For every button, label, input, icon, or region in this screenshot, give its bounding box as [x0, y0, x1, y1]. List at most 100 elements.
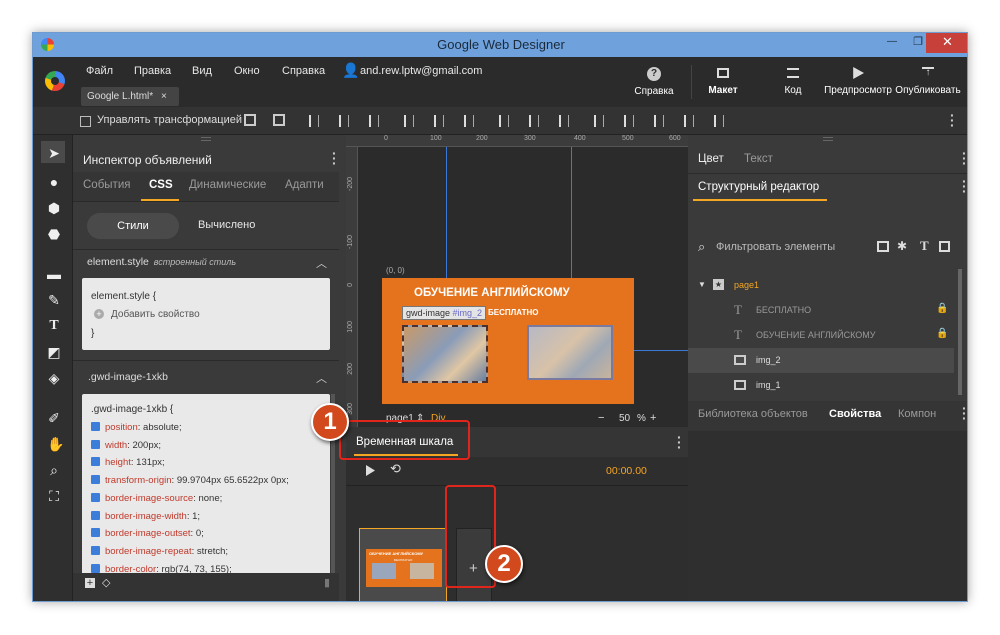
add-property-link[interactable]: Добавить свойство [111, 309, 200, 320]
user-email[interactable]: and.rew.lptw@gmail.com [360, 65, 482, 77]
property-checkbox[interactable] [91, 563, 100, 573]
transform-checkbox[interactable] [80, 116, 91, 127]
structure-more-icon[interactable]: · · · [962, 174, 967, 198]
text-tool-icon[interactable]: T [47, 319, 61, 333]
property-name[interactable]: border-image-width [105, 511, 187, 522]
3d-translate-icon[interactable]: ⬣ [47, 227, 61, 241]
panel-grip[interactable] [201, 137, 211, 141]
file-tab[interactable]: Google L.html* × [81, 87, 179, 106]
loop-icon[interactable]: ⟲ [390, 461, 401, 477]
zoom-tool-icon[interactable]: ⌕ [47, 463, 61, 477]
panel-grip[interactable] [823, 137, 833, 141]
lock-icon[interactable]: 🔒 [936, 328, 948, 339]
add-property-icon[interactable]: + [94, 309, 104, 319]
css-property-row[interactable]: border-image-width: 1; [91, 510, 200, 522]
property-value[interactable]: 0; [196, 528, 204, 539]
close-button[interactable]: ✕ [926, 33, 967, 53]
tab-components[interactable]: Компон [898, 408, 936, 420]
property-name[interactable]: border-image-outset [105, 528, 191, 539]
css-property-row[interactable]: border-image-repeat: stretch; [91, 545, 228, 557]
shape-filter-icon[interactable] [939, 241, 950, 252]
color-panel-more-icon[interactable]: · · · [962, 146, 967, 170]
eyedropper-icon[interactable]: ✐ [47, 411, 61, 425]
distribute-middle-icon[interactable] [529, 115, 539, 127]
css-property-row[interactable]: position: absolute; [91, 422, 182, 433]
toolbar-more-icon[interactable]: · · · [950, 108, 955, 132]
menu-file[interactable]: Файл [86, 65, 113, 77]
shape-tool-icon[interactable]: ◩ [47, 345, 61, 359]
banner-subtitle[interactable]: БЕСПЛАТНО [488, 308, 539, 317]
css-property-row[interactable]: height: 131px; [91, 457, 165, 468]
collapse-icon[interactable]: ︿ [316, 255, 327, 271]
file-tab-close-icon[interactable]: × [161, 87, 167, 106]
css-property-row[interactable]: transform-origin: 99.9704px 65.6522px 0p… [91, 475, 289, 486]
zoom-out-button[interactable]: − [598, 412, 604, 424]
property-value[interactable]: absolute; [143, 422, 182, 433]
image-thumbnail-2[interactable] [527, 325, 613, 380]
fullscreen-icon[interactable]: ⛶ [47, 489, 61, 503]
align-top-icon[interactable] [309, 115, 319, 127]
stage[interactable]: 0 100 200 300 400 500 600 -200 -100 0 10… [346, 135, 688, 444]
tab-events[interactable]: События [83, 179, 130, 191]
3d-rotate-icon[interactable]: ⬢ [47, 201, 61, 215]
property-name[interactable]: position [105, 422, 138, 433]
preview-tool[interactable]: Предпросмотр [823, 67, 893, 96]
property-name[interactable]: transform-origin [105, 475, 172, 486]
scale-icon[interactable] [273, 114, 285, 126]
property-checkbox[interactable] [91, 545, 100, 555]
property-checkbox[interactable] [91, 422, 100, 431]
distribute-left-icon[interactable] [594, 115, 604, 127]
property-checkbox[interactable] [91, 492, 100, 502]
align-center-icon[interactable] [434, 115, 444, 127]
help-tool[interactable]: ? Справка [629, 67, 679, 97]
property-value[interactable]: stretch; [197, 546, 228, 557]
transform-icon[interactable] [244, 114, 256, 126]
banner-title[interactable]: ОБУЧЕНИЕ АНГЛИЙСКОМУ [414, 287, 570, 299]
tree-scrollbar[interactable] [958, 269, 962, 395]
collapse-icon[interactable]: ︿ [316, 370, 327, 386]
minimize-button[interactable]: — [879, 33, 905, 53]
align-bottom-icon[interactable] [369, 115, 379, 127]
property-value[interactable]: 1; [192, 511, 200, 522]
tab-color[interactable]: Цвет [698, 153, 724, 165]
publish-tool[interactable]: ↑ Опубликовать [895, 67, 961, 96]
tab-css[interactable]: CSS [149, 179, 173, 191]
distribute-top-icon[interactable] [499, 115, 509, 127]
image-filter-icon[interactable] [877, 241, 889, 252]
property-name[interactable]: border-image-source [105, 493, 193, 504]
rectangle-tool-icon[interactable]: ▬ [47, 267, 61, 281]
diamond-icon[interactable]: ◇ [102, 576, 110, 589]
align-middle-icon[interactable] [339, 115, 349, 127]
expand-arrow-icon[interactable]: ▼ [698, 280, 706, 289]
zoom-value[interactable]: 50 [619, 413, 630, 424]
computed-toggle[interactable]: Вычислено [198, 219, 255, 231]
property-checkbox[interactable] [91, 528, 100, 538]
zoom-in-button[interactable]: + [650, 412, 656, 424]
tab-dynamic[interactable]: Динамические [189, 179, 266, 191]
property-checkbox[interactable] [91, 439, 100, 449]
tab-adaptive[interactable]: Адапти [285, 179, 339, 191]
property-value[interactable]: none; [198, 493, 222, 504]
gwd-image-rule-header[interactable]: .gwd-image-1xkb [88, 371, 168, 383]
tree-item-image[interactable]: img_2 [688, 348, 954, 373]
add-rule-icon[interactable]: + [85, 578, 95, 589]
space-vertical-icon[interactable] [714, 115, 724, 127]
property-name[interactable]: border-image-repeat [105, 546, 192, 557]
tab-text[interactable]: Текст [744, 153, 773, 165]
align-left-icon[interactable] [404, 115, 414, 127]
element-style-header[interactable]: element.style встроенный стиль [87, 256, 236, 268]
property-checkbox[interactable] [91, 475, 100, 485]
css-property-row[interactable]: border-image-outset: 0; [91, 528, 204, 539]
css-property-row[interactable]: border-image-source: none; [91, 492, 222, 504]
component-filter-icon[interactable]: ✱ [897, 239, 907, 253]
tab-library[interactable]: Библиотека объектов [698, 408, 808, 420]
delete-icon[interactable]: ▮ [324, 576, 330, 589]
distribute-center-icon[interactable] [624, 115, 634, 127]
tab-properties[interactable]: Свойства [829, 408, 881, 420]
tree-item-text[interactable]: T БЕСПЛАТНО 🔒 [688, 298, 954, 323]
banner[interactable]: ОБУЧЕНИЕ АНГЛИЙСКОМУ БЕСПЛАТНО gwd-image… [382, 278, 634, 404]
tree-item-page[interactable]: ▼ ★ page1 [688, 273, 954, 298]
panel-more-icon[interactable]: · · · [332, 146, 337, 170]
timeline-more-icon[interactable]: · · · [677, 430, 682, 454]
menu-view[interactable]: Вид [192, 65, 212, 77]
